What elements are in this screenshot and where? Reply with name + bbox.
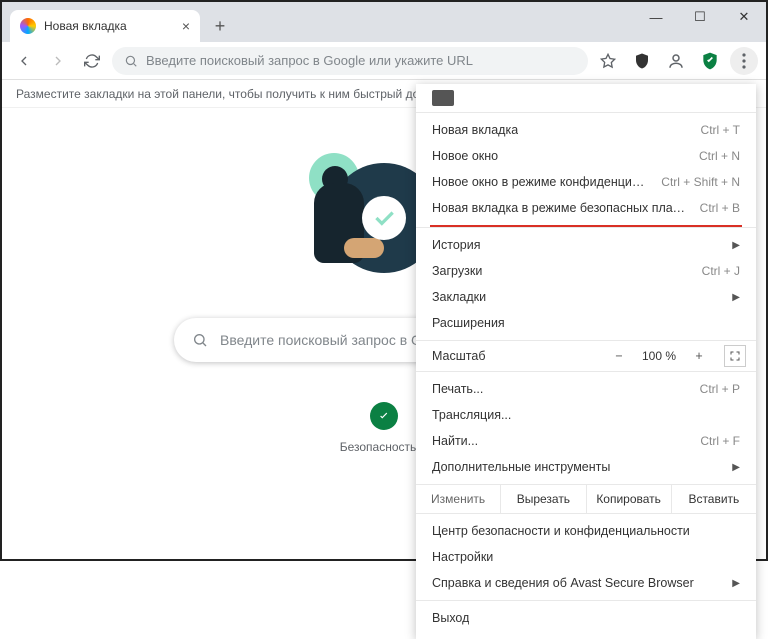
menu-label: Новое окно в режиме конфиденциальности: [432, 175, 649, 189]
menu-history[interactable]: История ▶: [416, 232, 756, 258]
minimize-button[interactable]: —: [634, 2, 678, 32]
forward-button[interactable]: [44, 47, 72, 75]
omnibox-placeholder: Введите поисковый запрос в Google или ук…: [146, 53, 473, 68]
menu-button[interactable]: [730, 47, 758, 75]
menu-label: Справка и сведения об Avast Secure Brows…: [432, 576, 694, 590]
status-shield-icon: [370, 402, 398, 430]
menu-bookmarks[interactable]: Закладки ▶: [416, 284, 756, 310]
menu-help[interactable]: Справка и сведения об Avast Secure Brows…: [416, 570, 756, 596]
menu-label: Новая вкладка в режиме безопасных платеж…: [432, 201, 688, 215]
zoom-in-button[interactable]: +: [688, 345, 710, 367]
menu-shortcut: Ctrl + T: [701, 123, 740, 137]
security-shield-icon[interactable]: [696, 47, 724, 75]
menu-new-incognito[interactable]: Новое окно в режиме конфиденциальности C…: [416, 169, 756, 195]
menu-cast[interactable]: Трансляция...: [416, 402, 756, 428]
menu-shortcut: Ctrl + P: [700, 382, 740, 396]
menu-shortcut: Ctrl + B: [700, 201, 740, 215]
menu-shortcut: Ctrl + Shift + N: [661, 175, 740, 189]
ntp-search-placeholder: Введите поисковый запрос в Go: [220, 332, 430, 348]
status-tile[interactable]: Безопасность…: [340, 402, 429, 454]
menu-label: Новое окно: [432, 149, 498, 163]
menu-zoom: Масштаб − 100 % +: [416, 341, 756, 371]
fullscreen-button[interactable]: [724, 345, 746, 367]
status-label: Безопасность…: [340, 440, 429, 454]
menu-print[interactable]: Печать... Ctrl + P: [416, 376, 756, 402]
menu-cut[interactable]: Вырезать: [501, 485, 586, 513]
menu-label: Настройки: [432, 550, 493, 564]
menu-new-window[interactable]: Новое окно Ctrl + N: [416, 143, 756, 169]
reload-button[interactable]: [78, 47, 106, 75]
cast-icon[interactable]: [432, 90, 454, 106]
menu-edit-row: Изменить Вырезать Копировать Вставить: [416, 484, 756, 514]
menu-label: Новая вкладка: [432, 123, 518, 137]
chevron-right-icon: ▶: [732, 462, 740, 473]
menu-label: Печать...: [432, 382, 483, 396]
menu-shortcut: Ctrl + N: [699, 149, 740, 163]
chevron-right-icon: ▶: [732, 240, 740, 251]
menu-exit[interactable]: Выход: [416, 605, 756, 631]
menu-downloads[interactable]: Загрузки Ctrl + J: [416, 258, 756, 284]
extension-shield-icon[interactable]: [628, 47, 656, 75]
menu-new-secure-tab[interactable]: Новая вкладка в режиме безопасных платеж…: [416, 195, 756, 221]
browser-tab[interactable]: Новая вкладка ×: [10, 10, 200, 42]
menu-edit-label: Изменить: [416, 485, 501, 513]
star-bookmark-icon[interactable]: [594, 47, 622, 75]
zoom-out-button[interactable]: −: [608, 345, 630, 367]
chevron-right-icon: ▶: [732, 578, 740, 589]
menu-more-tools[interactable]: Дополнительные инструменты ▶: [416, 454, 756, 480]
menu-shortcut: Ctrl + F: [700, 434, 740, 448]
search-icon: [192, 332, 208, 348]
menu-extensions[interactable]: Расширения: [416, 310, 756, 336]
tab-close-icon[interactable]: ×: [182, 18, 190, 34]
menu-find[interactable]: Найти... Ctrl + F: [416, 428, 756, 454]
menu-label: Центр безопасности и конфиденциальности: [432, 524, 690, 538]
menu-security-center[interactable]: Центр безопасности и конфиденциальности: [416, 518, 756, 544]
chevron-right-icon: ▶: [732, 292, 740, 303]
zoom-value: 100 %: [638, 349, 680, 363]
menu-label: Расширения: [432, 316, 505, 330]
profile-icon[interactable]: [662, 47, 690, 75]
menu-label: История: [432, 238, 480, 252]
menu-label: Дополнительные инструменты: [432, 460, 610, 474]
search-icon: [124, 54, 138, 68]
back-button[interactable]: [10, 47, 38, 75]
menu-label: Найти...: [432, 434, 478, 448]
toolbar: Введите поисковый запрос в Google или ук…: [2, 42, 766, 80]
maximize-button[interactable]: ☐: [678, 2, 722, 32]
main-menu: Новая вкладка Ctrl + T Новое окно Ctrl +…: [416, 84, 756, 639]
menu-shortcut: Ctrl + J: [702, 264, 740, 278]
menu-settings[interactable]: Настройки: [416, 544, 756, 570]
menu-new-tab[interactable]: Новая вкладка Ctrl + T: [416, 117, 756, 143]
menu-label: Трансляция...: [432, 408, 511, 422]
menu-label: Загрузки: [432, 264, 482, 278]
omnibox[interactable]: Введите поисковый запрос в Google или ук…: [112, 47, 588, 75]
menu-label: Закладки: [432, 290, 486, 304]
close-window-button[interactable]: ✕: [722, 2, 766, 32]
new-tab-button[interactable]: +: [206, 12, 234, 40]
window-controls: — ☐ ✕: [634, 2, 766, 32]
menu-paste[interactable]: Вставить: [672, 485, 756, 513]
menu-label: Выход: [432, 611, 469, 625]
bookmark-hint: Разместите закладки на этой панели, чтоб…: [16, 87, 447, 101]
menu-copy[interactable]: Копировать: [587, 485, 672, 513]
tab-favicon: [20, 18, 36, 34]
tab-title: Новая вкладка: [44, 19, 127, 33]
menu-label: Масштаб: [432, 349, 485, 363]
titlebar: Новая вкладка × + — ☐ ✕: [2, 2, 766, 42]
